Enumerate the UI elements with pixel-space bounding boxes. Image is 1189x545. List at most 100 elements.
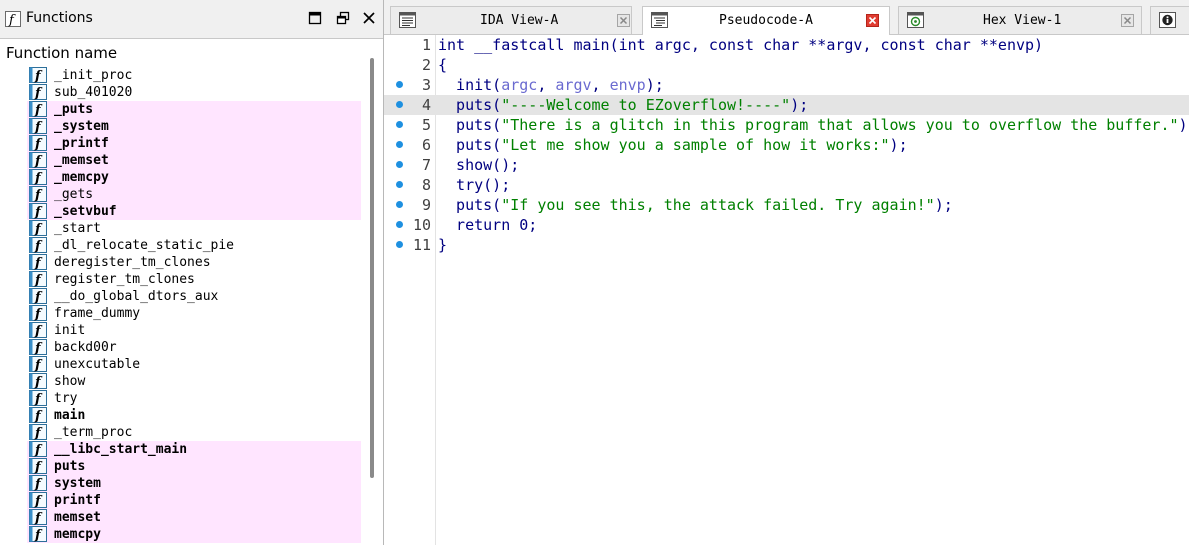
function-name: try (54, 391, 78, 406)
close-tab-icon[interactable] (1121, 14, 1134, 27)
code-token: ); (934, 196, 953, 214)
function-row[interactable]: f printf (27, 492, 361, 509)
function-row[interactable]: f _setvbuf (27, 203, 361, 220)
function-name: _gets (54, 187, 94, 202)
function-name: deregister_tm_clones (54, 255, 211, 270)
function-row[interactable]: f register_tm_clones (27, 271, 361, 288)
breakpoint-marker-icon[interactable] (396, 81, 403, 88)
pseudocode-icon (651, 12, 668, 32)
code-line[interactable]: 4 puts("----Welcome to EZoverflow!----")… (384, 95, 1189, 115)
maximize-icon[interactable] (307, 10, 323, 26)
function-row[interactable]: f deregister_tm_clones (27, 254, 361, 271)
function-name-column-header[interactable]: Function name (6, 44, 117, 62)
function-row[interactable]: f main (27, 407, 361, 424)
line-number: 5 (421, 116, 431, 134)
function-name: _printf (54, 136, 109, 151)
function-row[interactable]: f show (27, 373, 361, 390)
code-text: return 0; (438, 216, 537, 234)
tab-label: IDA View-A (480, 13, 559, 28)
function-row[interactable]: f try (27, 390, 361, 407)
string-literal: "Let me show you a sample of how it work… (501, 136, 890, 154)
code-line[interactable]: 5 puts("There is a glitch in this progra… (384, 115, 1189, 135)
tab-structures-partial[interactable] (1150, 6, 1189, 34)
tab-ida-view-a[interactable]: IDA View-A (390, 6, 632, 34)
info-icon (1159, 12, 1176, 32)
function-row[interactable]: f _printf (27, 135, 361, 152)
function-name: printf (54, 493, 101, 508)
code-line[interactable]: 10 return 0; (384, 215, 1189, 235)
function-row[interactable]: f _memset (27, 152, 361, 169)
function-row[interactable]: f _init_proc (27, 67, 361, 84)
line-number: 4 (421, 96, 431, 114)
function-row[interactable]: f system (27, 475, 361, 492)
function-name: _memset (54, 153, 109, 168)
code-line[interactable]: 11} (384, 235, 1189, 255)
function-name: register_tm_clones (54, 272, 195, 287)
code-line[interactable]: 6 puts("Let me show you a sample of how … (384, 135, 1189, 155)
function-row[interactable]: f init (27, 322, 361, 339)
breakpoint-marker-icon[interactable] (396, 221, 403, 228)
code-text: puts("There is a glitch in this program … (438, 116, 1189, 134)
close-tab-icon[interactable] (866, 14, 879, 27)
function-row[interactable]: f puts (27, 458, 361, 475)
breakpoint-marker-icon[interactable] (396, 181, 403, 188)
breakpoint-marker-icon[interactable] (396, 161, 403, 168)
function-row[interactable]: f _start (27, 220, 361, 237)
code-text: { (438, 56, 447, 74)
function-name: frame_dummy (54, 306, 141, 321)
function-icon: f (29, 526, 47, 545)
tab-pseudocode-a[interactable]: Pseudocode-A (642, 6, 890, 35)
tab-hex-view-1[interactable]: Hex View-1 (898, 6, 1142, 34)
function-row[interactable]: f _gets (27, 186, 361, 203)
float-icon[interactable] (335, 10, 351, 26)
code-text: init(argc, argv, envp); (438, 76, 664, 94)
function-name: _init_proc (54, 68, 133, 83)
string-literal: "If you see this, the attack failed. Try… (501, 196, 935, 214)
function-name: _term_proc (54, 425, 133, 440)
breakpoint-marker-icon[interactable] (396, 101, 403, 108)
function-name: _puts (54, 102, 94, 117)
code-line[interactable]: 7 show(); (384, 155, 1189, 175)
function-row[interactable]: f _dl_relocate_static_pie (27, 237, 361, 254)
line-number: 11 (412, 236, 431, 254)
function-row[interactable]: f frame_dummy (27, 305, 361, 322)
function-row[interactable]: f _system (27, 118, 361, 135)
function-row[interactable]: f _puts (27, 101, 361, 118)
function-row[interactable]: f backd00r (27, 339, 361, 356)
function-name: main (54, 408, 86, 423)
code-line[interactable]: 8 try(); (384, 175, 1189, 195)
breakpoint-marker-icon[interactable] (396, 201, 403, 208)
function-row[interactable]: f _term_proc (27, 424, 361, 441)
code-token: puts( (438, 96, 502, 114)
function-name: backd00r (54, 340, 117, 355)
variable-token: argc (501, 76, 538, 94)
function-row[interactable]: f sub_401020 (27, 84, 361, 101)
function-row[interactable]: f unexcutable (27, 356, 361, 373)
close-tab-icon[interactable] (617, 14, 630, 27)
function-row[interactable]: f __libc_start_main (27, 441, 361, 458)
close-icon[interactable] (361, 10, 377, 26)
functions-scrollbar-thumb[interactable] (370, 58, 374, 478)
function-row[interactable]: f _memcpy (27, 169, 361, 186)
code-token: { (438, 56, 448, 74)
breakpoint-marker-icon[interactable] (396, 121, 403, 128)
function-name: _setvbuf (54, 204, 117, 219)
breakpoint-marker-icon[interactable] (396, 241, 403, 248)
function-row[interactable]: f memcpy (27, 526, 361, 543)
code-token: try(); (438, 176, 511, 194)
code-line[interactable]: 2{ (384, 55, 1189, 75)
code-token: puts( (438, 116, 502, 134)
function-name: __do_global_dtors_aux (54, 289, 219, 304)
line-number: 2 (421, 56, 431, 74)
code-line[interactable]: 3 init(argc, argv, envp); (384, 75, 1189, 95)
code-token: ); (645, 76, 664, 94)
code-line[interactable]: 1 int __fastcall main(int argc, const cha… (384, 35, 1189, 55)
pseudocode-view[interactable]: 1 int __fastcall main(int argc, const cha… (384, 35, 1189, 545)
tab-bar: IDA View-A Pseudocode-A Hex View-1 (384, 0, 1189, 35)
breakpoint-marker-icon[interactable] (396, 141, 403, 148)
function-row[interactable]: f __do_global_dtors_aux (27, 288, 361, 305)
string-literal: "----Welcome to EZoverflow!----" (501, 96, 791, 114)
code-line[interactable]: 9 puts("If you see this, the attack fail… (384, 195, 1189, 215)
disassembly-icon (399, 12, 416, 32)
function-row[interactable]: f memset (27, 509, 361, 526)
